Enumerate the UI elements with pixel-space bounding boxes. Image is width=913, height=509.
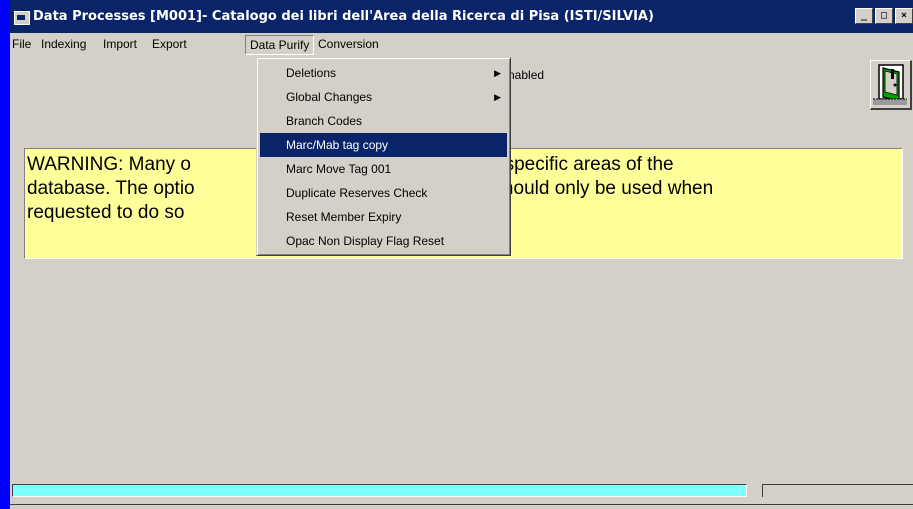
menu-import[interactable]: Import (99, 35, 141, 53)
dropdown-item-opac-non-display-flag-reset[interactable]: Opac Non Display Flag Reset (260, 229, 507, 253)
dropdown-item-deletions[interactable]: Deletions ▶ (260, 61, 507, 85)
maximize-button[interactable]: □ (875, 8, 893, 24)
menu-export[interactable]: Export (148, 35, 191, 53)
dropdown-item-label: Deletions (286, 66, 337, 80)
app-window-icon[interactable] (14, 11, 30, 25)
menu-bar: File Indexing Import Export Data Purify … (10, 33, 913, 56)
dropdown-item-label: Global Changes (286, 90, 373, 104)
submenu-arrow-icon: ▶ (494, 92, 501, 102)
warning-text-2a: database. The optio (27, 178, 195, 199)
dropdown-item-label: Reset Member Expiry (286, 210, 402, 224)
window-controls: _ □ × (855, 8, 913, 24)
app-window: Data Processes [M001]- Catalogo dei libr… (10, 0, 913, 509)
menu-conversion[interactable]: Conversion (314, 35, 383, 53)
dropdown-item-label: Marc Move Tag 001 (286, 162, 392, 176)
menu-file[interactable]: File (10, 35, 35, 53)
menu-data-purify[interactable]: Data Purify (245, 35, 315, 55)
title-bar[interactable]: Data Processes [M001]- Catalogo dei libr… (10, 0, 913, 33)
exit-button[interactable] (870, 60, 912, 110)
dropdown-item-label: Branch Codes (286, 114, 363, 128)
minimize-button[interactable]: _ (855, 8, 873, 24)
menu-indexing[interactable]: Indexing (37, 35, 90, 53)
warning-text-1a: WARNING: Many o (27, 154, 191, 175)
dropdown-item-global-changes[interactable]: Global Changes ▶ (260, 85, 507, 109)
close-button[interactable]: × (895, 8, 913, 24)
exit-door-icon (873, 64, 907, 105)
progress-bar (12, 484, 747, 497)
warning-text-3a: requested to do so (27, 202, 185, 223)
dropdown-item-marc-move-tag-001[interactable]: Marc Move Tag 001 (260, 157, 507, 181)
data-purify-dropdown: Deletions ▶ Global Changes ▶ Branch Codes Mar… (256, 57, 511, 256)
window-bottom-edge (10, 504, 913, 505)
dropdown-item-label: Opac Non Display Flag Reset (286, 234, 445, 248)
submenu-arrow-icon: ▶ (494, 68, 501, 78)
secondary-progress-bar (762, 484, 913, 497)
dropdown-item-branch-codes[interactable]: Branch Codes (260, 109, 507, 133)
dropdown-item-reset-member-expiry[interactable]: Reset Member Expiry (260, 205, 507, 229)
window-title: Data Processes [M001]- Catalogo dei libr… (33, 9, 654, 24)
dropdown-item-label: Duplicate Reserves Check (286, 186, 428, 200)
dropdown-item-label: Marc/Mab tag copy (286, 138, 389, 152)
dropdown-item-marc-mab-tag-copy[interactable]: Marc/Mab tag copy (260, 133, 507, 157)
dropdown-item-duplicate-reserves-check[interactable]: Duplicate Reserves Check (260, 181, 507, 205)
